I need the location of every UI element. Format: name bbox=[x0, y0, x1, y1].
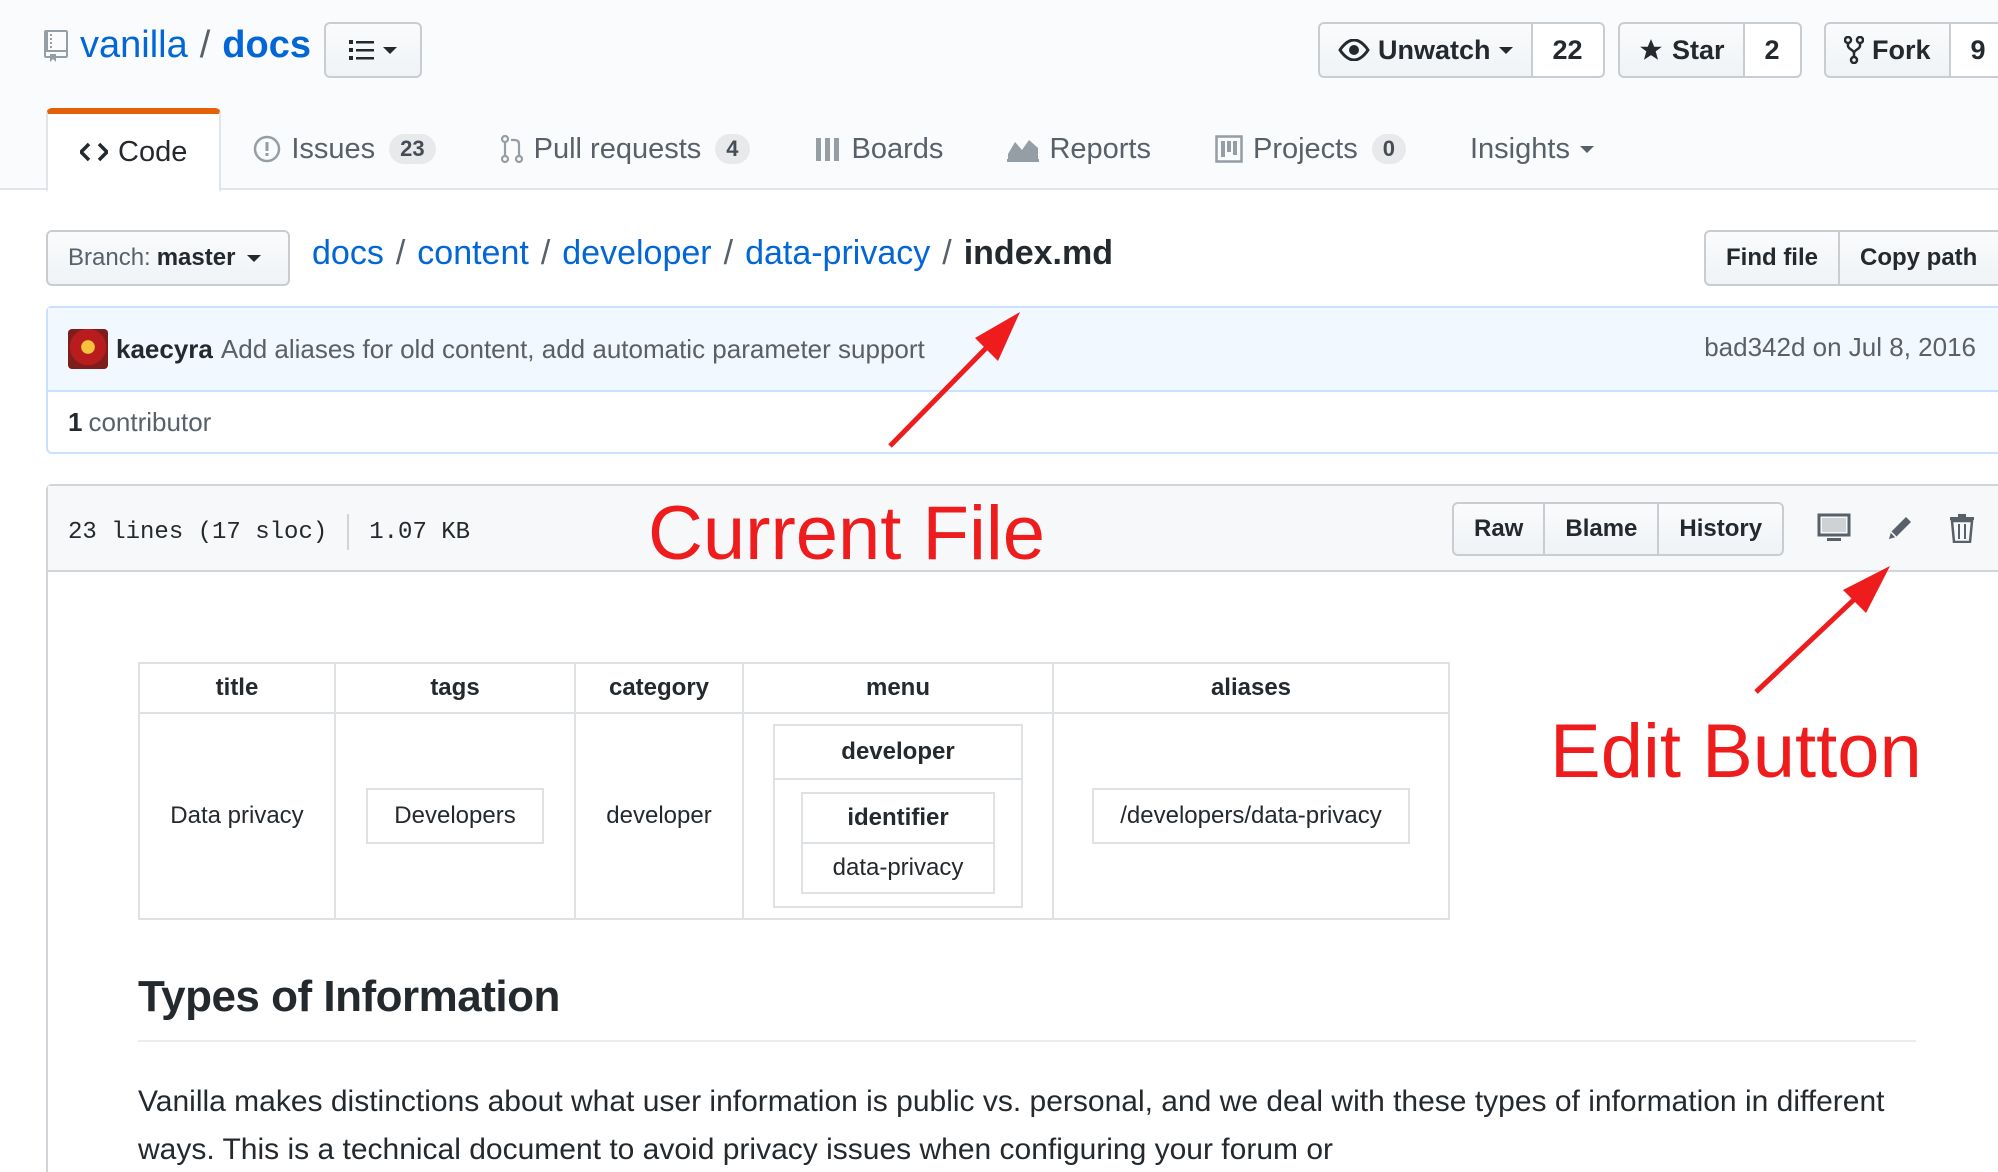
annotation-arrows bbox=[888, 312, 1890, 694]
edit-button-annotation: Edit Button bbox=[1550, 709, 1922, 794]
current-file-arrow bbox=[888, 312, 1020, 448]
current-file-annotation: Current File bbox=[648, 491, 1045, 576]
edit-button-arrow bbox=[1754, 566, 1890, 694]
